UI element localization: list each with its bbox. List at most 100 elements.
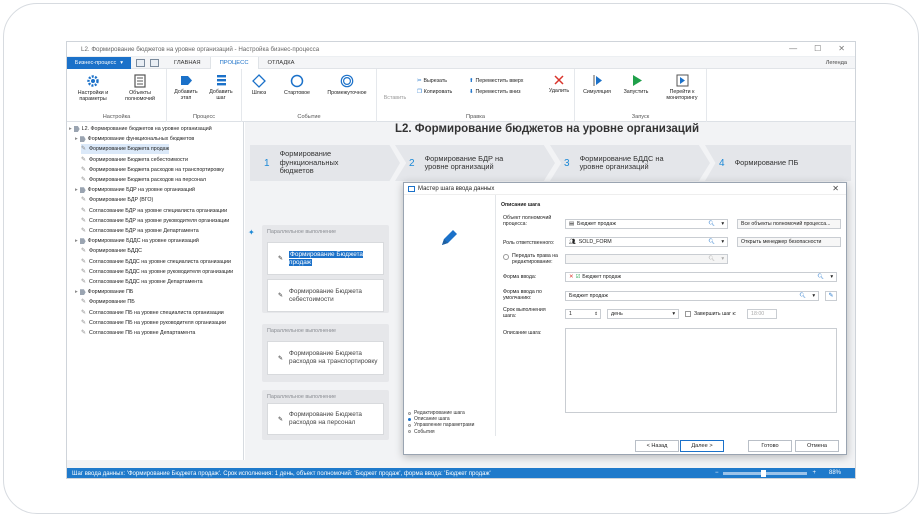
tree-step-item[interactable]: ✎ Согласование БДДС на уровне Департамент… — [81, 277, 203, 287]
copy-button[interactable]: ❐ Копировать — [417, 89, 452, 95]
all-objects-button[interactable]: Все объекты полномочий процесса... — [737, 219, 841, 229]
step-card-3[interactable]: ✎ Формирование Бюджета расходов на трансп… — [267, 341, 384, 375]
cancel-button[interactable]: Отмена — [795, 440, 839, 452]
spinner-icon[interactable]: ⇕ — [594, 311, 598, 317]
legend-link[interactable]: Легенда — [826, 60, 847, 66]
save-icon[interactable] — [136, 58, 145, 67]
authority-objects-button[interactable]: Объекты полномочий — [119, 74, 161, 103]
step-card-1[interactable]: ✎ Формирование Бюджета продаж — [267, 242, 384, 275]
expand-icon[interactable]: ▸ — [75, 238, 78, 244]
search-icon[interactable]: 🔍︎ — [708, 256, 715, 262]
intermediate-event-button[interactable]: Промежуточное — [322, 74, 372, 96]
stage-1[interactable]: 1 Формирование функциональных бюджетов — [250, 145, 400, 181]
back-button[interactable]: < Назад — [635, 440, 679, 452]
search-icon[interactable]: 🔍︎ — [708, 221, 715, 227]
chevron-down-icon[interactable]: ▾ — [672, 311, 675, 317]
tree-step-item[interactable]: ✎ Согласование ПБ на уровне руководителя … — [81, 318, 226, 328]
stage-label: Формирование ПБ — [734, 157, 799, 167]
wizard-step-item[interactable]: События — [408, 429, 474, 435]
finish-checkbox[interactable] — [685, 311, 691, 317]
zoom-slider[interactable] — [723, 469, 808, 477]
pass-rights-checkbox[interactable] — [503, 254, 509, 260]
chevron-down-icon[interactable]: ▾ — [721, 239, 724, 245]
minimize-button[interactable]: — — [789, 44, 797, 53]
done-button[interactable]: Готово — [748, 440, 792, 452]
tree-step-item[interactable]: ✎ Согласование БДР на уровне руководителя… — [81, 216, 229, 226]
security-manager-button[interactable]: Открыть менеджер безопасности — [737, 237, 841, 247]
zoom-control[interactable]: − +88% — [715, 469, 841, 477]
next-button[interactable]: Далее > — [680, 440, 724, 452]
tab-home[interactable]: ГЛАВНАЯ — [165, 57, 210, 69]
tree-step-item[interactable]: ✎ Согласование ПБ на уровне специалиста о… — [81, 308, 224, 318]
expand-icon[interactable]: ▸ — [69, 126, 72, 132]
vertical-scrollbar[interactable] — [851, 122, 855, 464]
role-field[interactable]: 👥︎ SOLD_FORM 🔍︎ ▾ — [565, 237, 728, 247]
chevron-down-icon[interactable]: ▾ — [721, 221, 724, 227]
form-field[interactable]: ✕ ☑ Бюджет продаж 🔍︎ ▾ — [565, 272, 837, 282]
arrow-down-icon: ⬇ — [469, 89, 474, 95]
paste-button[interactable]: Вставить — [379, 95, 411, 101]
chevron-down-icon[interactable]: ▾ — [830, 274, 833, 280]
expand-icon[interactable]: ▸ — [75, 136, 78, 142]
tree-step-item[interactable]: ✎ Формирование БДР (ВГО) — [81, 195, 153, 205]
expand-icon[interactable]: ▸ — [75, 289, 78, 295]
tree-step-item[interactable]: ✎ Формирование Бюджета расходов на персон… — [81, 175, 206, 185]
maximize-button[interactable]: ☐ — [814, 44, 821, 53]
term-spinner[interactable]: 1 ⇕ — [565, 309, 601, 319]
settings-button[interactable]: Настройки и параметры — [70, 74, 116, 103]
default-form-field[interactable]: Бюджет продаж 🔍︎ ▾ — [565, 291, 819, 301]
tree-step-item[interactable]: ✎ Согласование БДДС на уровне специалиста… — [81, 257, 231, 267]
add-stage-button[interactable]: Добавить этап — [170, 74, 202, 102]
step-card-4[interactable]: ✎ Формирование Бюджета расходов на персон… — [267, 403, 384, 435]
start-event-button[interactable]: Стартовое — [280, 74, 314, 96]
dialog-close-icon[interactable]: ✕ — [832, 184, 839, 193]
tree-stage-item[interactable]: ▸ Формирование БДДС на уровне организаций — [75, 236, 199, 246]
tree-step-item[interactable]: ✎ Согласование ПБ на уровне Департамента — [81, 328, 195, 338]
tree-step-item[interactable]: ✎ Формирование Бюджета продаж — [81, 144, 170, 155]
monitoring-button[interactable]: Перейти к мониторингу — [659, 74, 705, 102]
term-unit-select[interactable]: день ▾ — [607, 309, 679, 319]
search-icon[interactable]: 🔍︎ — [708, 239, 715, 245]
add-step-button[interactable]: Добавить шаг — [205, 74, 237, 102]
gateway-button[interactable]: Шлюз — [248, 74, 270, 96]
description-textarea[interactable] — [565, 328, 837, 413]
close-button[interactable]: ✕ — [838, 44, 845, 53]
pass-rights-field[interactable]: 🔍︎ ▾ — [565, 254, 728, 264]
simulation-button[interactable]: Симуляция — [579, 74, 615, 95]
tree-step-item[interactable]: ✎ Согласование БДДС на уровне руководител… — [81, 267, 233, 277]
tree-stage-item[interactable]: ▸ Формирование ПБ — [75, 287, 133, 297]
move-down-button[interactable]: ⬇ Переместить вниз — [469, 89, 521, 95]
search-icon[interactable]: 🔍︎ — [817, 274, 824, 280]
expand-icon[interactable]: ▸ — [75, 187, 78, 193]
tree-step-item[interactable]: ✎ Согласование БДР на уровне специалиста … — [81, 206, 227, 216]
move-up-button[interactable]: ⬆ Переместить вверх — [469, 78, 523, 84]
object-field[interactable]: ▤ Бюджет продаж 🔍︎ ▾ — [565, 219, 728, 229]
delete-button[interactable]: Удалить — [545, 74, 573, 94]
tree-step-item[interactable]: ✎ Формирование Бюджета расходов на трансп… — [81, 165, 224, 175]
search-icon[interactable]: 🔍︎ — [799, 293, 806, 299]
stage-3[interactable]: 3 Формирование БДДС на уровне организаций — [550, 145, 710, 181]
tab-debug[interactable]: ОТЛАДКА — [259, 57, 304, 69]
tree-stage-item[interactable]: ▸ Формирование функциональных бюджетов — [75, 134, 194, 144]
stage-2[interactable]: 2 Формирование БДР на уровне организаций — [395, 145, 555, 181]
cut-button[interactable]: ✂ Вырезать — [417, 78, 447, 84]
chevron-down-icon[interactable]: ▾ — [812, 293, 815, 299]
run-button[interactable]: Запустить — [619, 74, 653, 95]
tree-step-item[interactable]: ✎ Согласование БДР на уровне Департамента — [81, 226, 199, 236]
tab-process[interactable]: ПРОЦЕСС — [209, 56, 259, 69]
tree-step-item[interactable]: ✎ Формирование БДДС — [81, 246, 142, 256]
finish-time-field[interactable]: 18:00 — [747, 309, 777, 319]
tree-stage-item[interactable]: ▸ Формирование БДР на уровне организаций — [75, 185, 195, 195]
tree-stage-item[interactable]: ▸ L2. Формирование бюджетов на уровне орг… — [69, 124, 212, 134]
stage-4[interactable]: 4 Формирование ПБ — [705, 145, 855, 181]
clear-icon[interactable]: ✕ — [569, 274, 573, 280]
step-card-2[interactable]: ✎ Формирование Бюджета себестоимости — [267, 279, 384, 312]
tree-step-item[interactable]: ✎ Формирование Бюджета себестоимости — [81, 155, 188, 165]
edit-form-icon[interactable]: ✎ — [825, 291, 837, 301]
add-step-plus-icon[interactable]: ✦ — [248, 228, 255, 237]
app-menu-button[interactable]: Бизнес-процесс ▾ — [67, 56, 131, 69]
chevron-down-icon[interactable]: ▾ — [721, 256, 724, 262]
print-icon[interactable] — [150, 58, 159, 67]
horizontal-scrollbar[interactable] — [67, 460, 855, 468]
tree-step-item[interactable]: ✎ Формирование ПБ — [81, 297, 135, 307]
